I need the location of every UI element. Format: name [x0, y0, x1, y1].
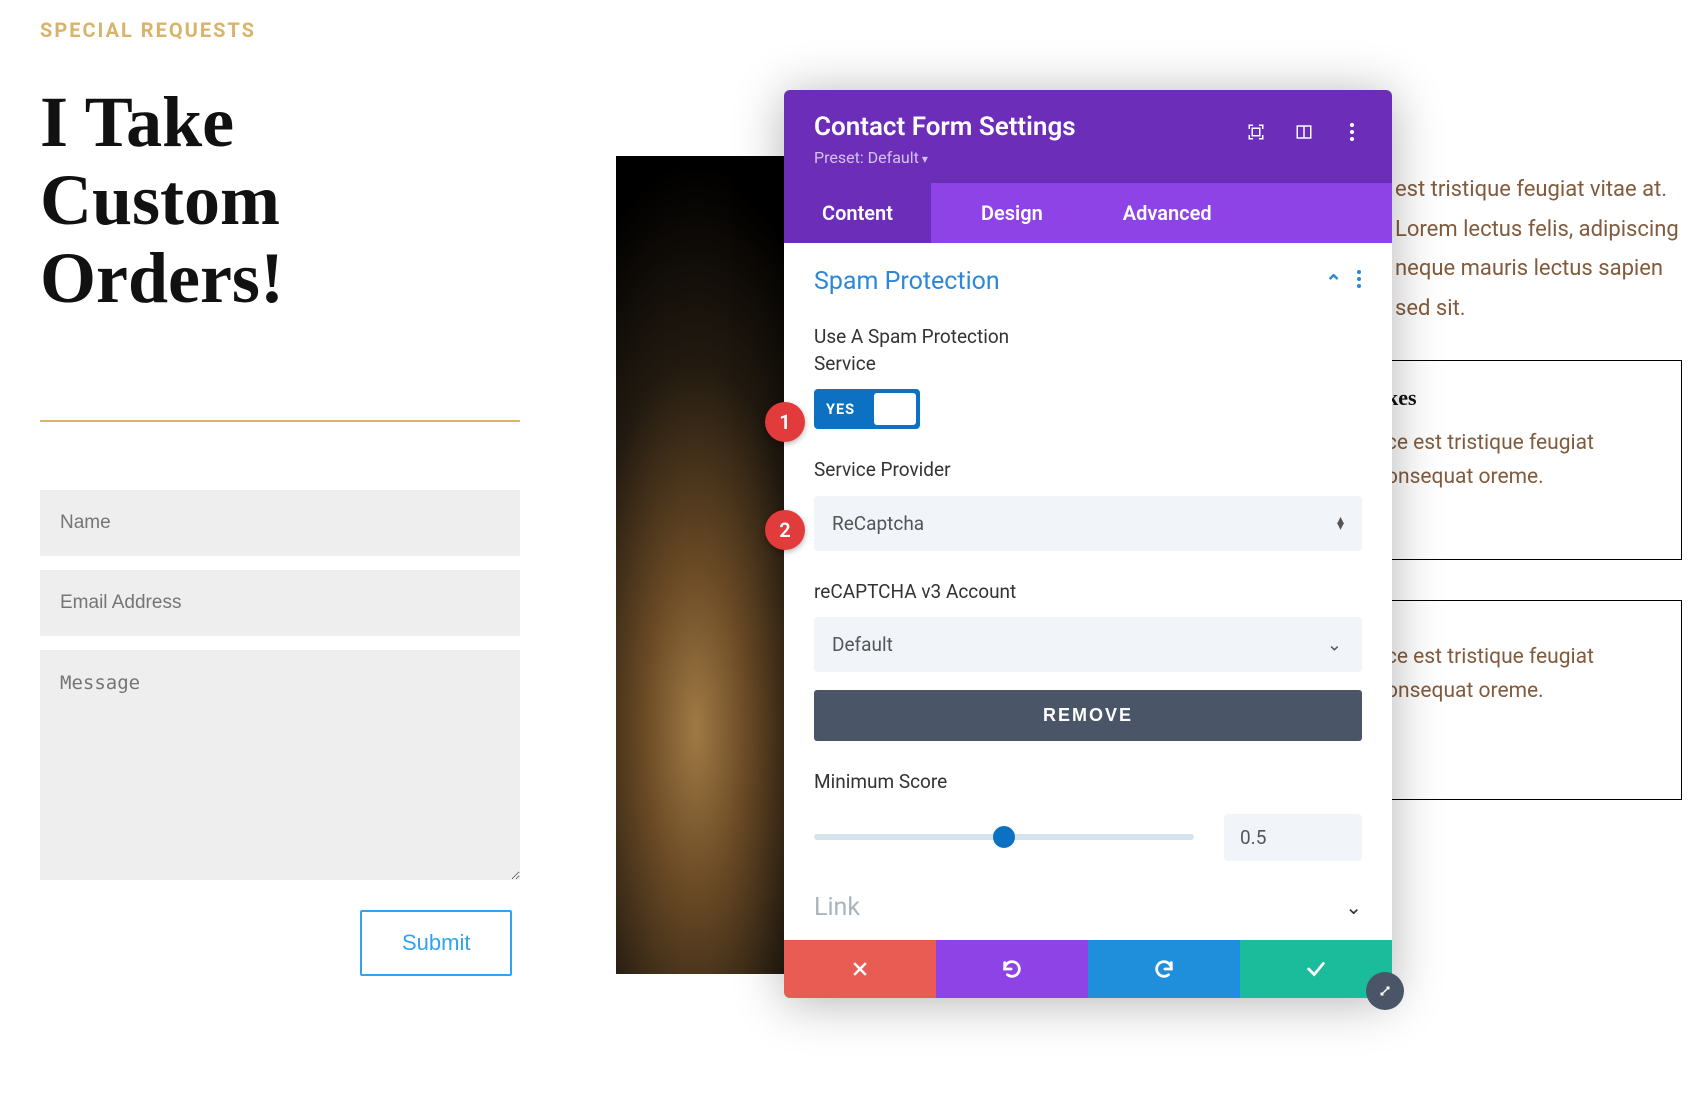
- contact-form: [40, 490, 520, 884]
- name-input[interactable]: [40, 490, 520, 556]
- recaptcha-account-value: Default: [832, 633, 893, 656]
- minimum-score-label: Minimum Score: [814, 769, 1362, 796]
- tab-design[interactable]: Design: [951, 183, 1073, 243]
- redo-button[interactable]: [1088, 940, 1240, 998]
- minimum-score-slider[interactable]: [814, 834, 1194, 840]
- right-paragraph: est tristique feugiat vitae at. Lorem le…: [1395, 170, 1695, 328]
- section-kebab-icon[interactable]: [1356, 269, 1362, 295]
- service-provider-value: ReCaptcha: [832, 512, 924, 535]
- modal-header: Contact Form Settings Preset: Default: [784, 90, 1392, 183]
- expand-icon[interactable]: [1246, 122, 1266, 142]
- eyebrow-text: SPECIAL REQUESTS: [40, 18, 256, 42]
- recaptcha-account-select[interactable]: Default ⌄: [814, 617, 1362, 672]
- section-link[interactable]: Link ⌄: [784, 871, 1392, 940]
- toggle-yes-label: YES: [826, 401, 874, 418]
- product-card-2: sce est tristique feugiat consequat orem…: [1352, 600, 1682, 800]
- service-provider-label: Service Provider: [814, 457, 1362, 484]
- callout-2: 2: [765, 510, 805, 550]
- toggle-knob: [874, 393, 916, 425]
- spam-toggle[interactable]: YES: [814, 389, 920, 429]
- hero-title: I Take Custom Orders!: [40, 84, 284, 317]
- tabs: Content Design Advanced: [784, 183, 1392, 243]
- service-provider-select[interactable]: ReCaptcha ▴▾: [814, 496, 1362, 551]
- modal-footer-actions: [784, 940, 1392, 998]
- slider-thumb[interactable]: [993, 826, 1015, 848]
- chevron-down-icon: ⌄: [1345, 895, 1362, 919]
- callout-1: 1: [765, 402, 805, 442]
- minimum-score-row: 0.5: [814, 814, 1362, 861]
- product-card-2-body: sce est tristique feugiat consequat orem…: [1375, 641, 1659, 708]
- undo-button[interactable]: [936, 940, 1088, 998]
- product-card-1-title: akes: [1375, 385, 1659, 411]
- columns-icon[interactable]: [1294, 122, 1314, 142]
- chevron-up-icon[interactable]: ⌃: [1325, 270, 1342, 294]
- message-textarea[interactable]: [40, 650, 520, 880]
- tab-advanced[interactable]: Advanced: [1093, 183, 1242, 243]
- section-spam-protection[interactable]: Spam Protection: [814, 267, 1000, 296]
- tab-content[interactable]: Content: [784, 183, 931, 243]
- recaptcha-account-label: reCAPTCHA v3 Account: [814, 579, 1362, 606]
- cancel-button[interactable]: [784, 940, 936, 998]
- email-input[interactable]: [40, 570, 520, 636]
- settings-modal: Contact Form Settings Preset: Default Co…: [784, 90, 1392, 998]
- accent-line: [40, 420, 520, 422]
- remove-button[interactable]: REMOVE: [814, 690, 1362, 741]
- resize-handle-icon[interactable]: [1366, 972, 1404, 1010]
- panel-body: Spam Protection ⌃ Use A Spam Protection …: [784, 243, 1392, 871]
- product-card-1-body: sce est tristique feugiat consequat orem…: [1375, 427, 1659, 494]
- chevron-down-icon: ⌄: [1327, 634, 1342, 655]
- link-section-title: Link: [814, 893, 860, 922]
- kebab-menu-icon[interactable]: [1342, 122, 1362, 142]
- product-card-1: akes sce est tristique feugiat consequat…: [1352, 360, 1682, 560]
- minimum-score-value[interactable]: 0.5: [1224, 814, 1362, 861]
- use-spam-label: Use A Spam Protection Service: [814, 324, 1074, 377]
- submit-button[interactable]: Submit: [360, 910, 512, 976]
- preset-dropdown[interactable]: Preset: Default: [814, 148, 1362, 167]
- select-updown-icon: ▴▾: [1337, 517, 1344, 529]
